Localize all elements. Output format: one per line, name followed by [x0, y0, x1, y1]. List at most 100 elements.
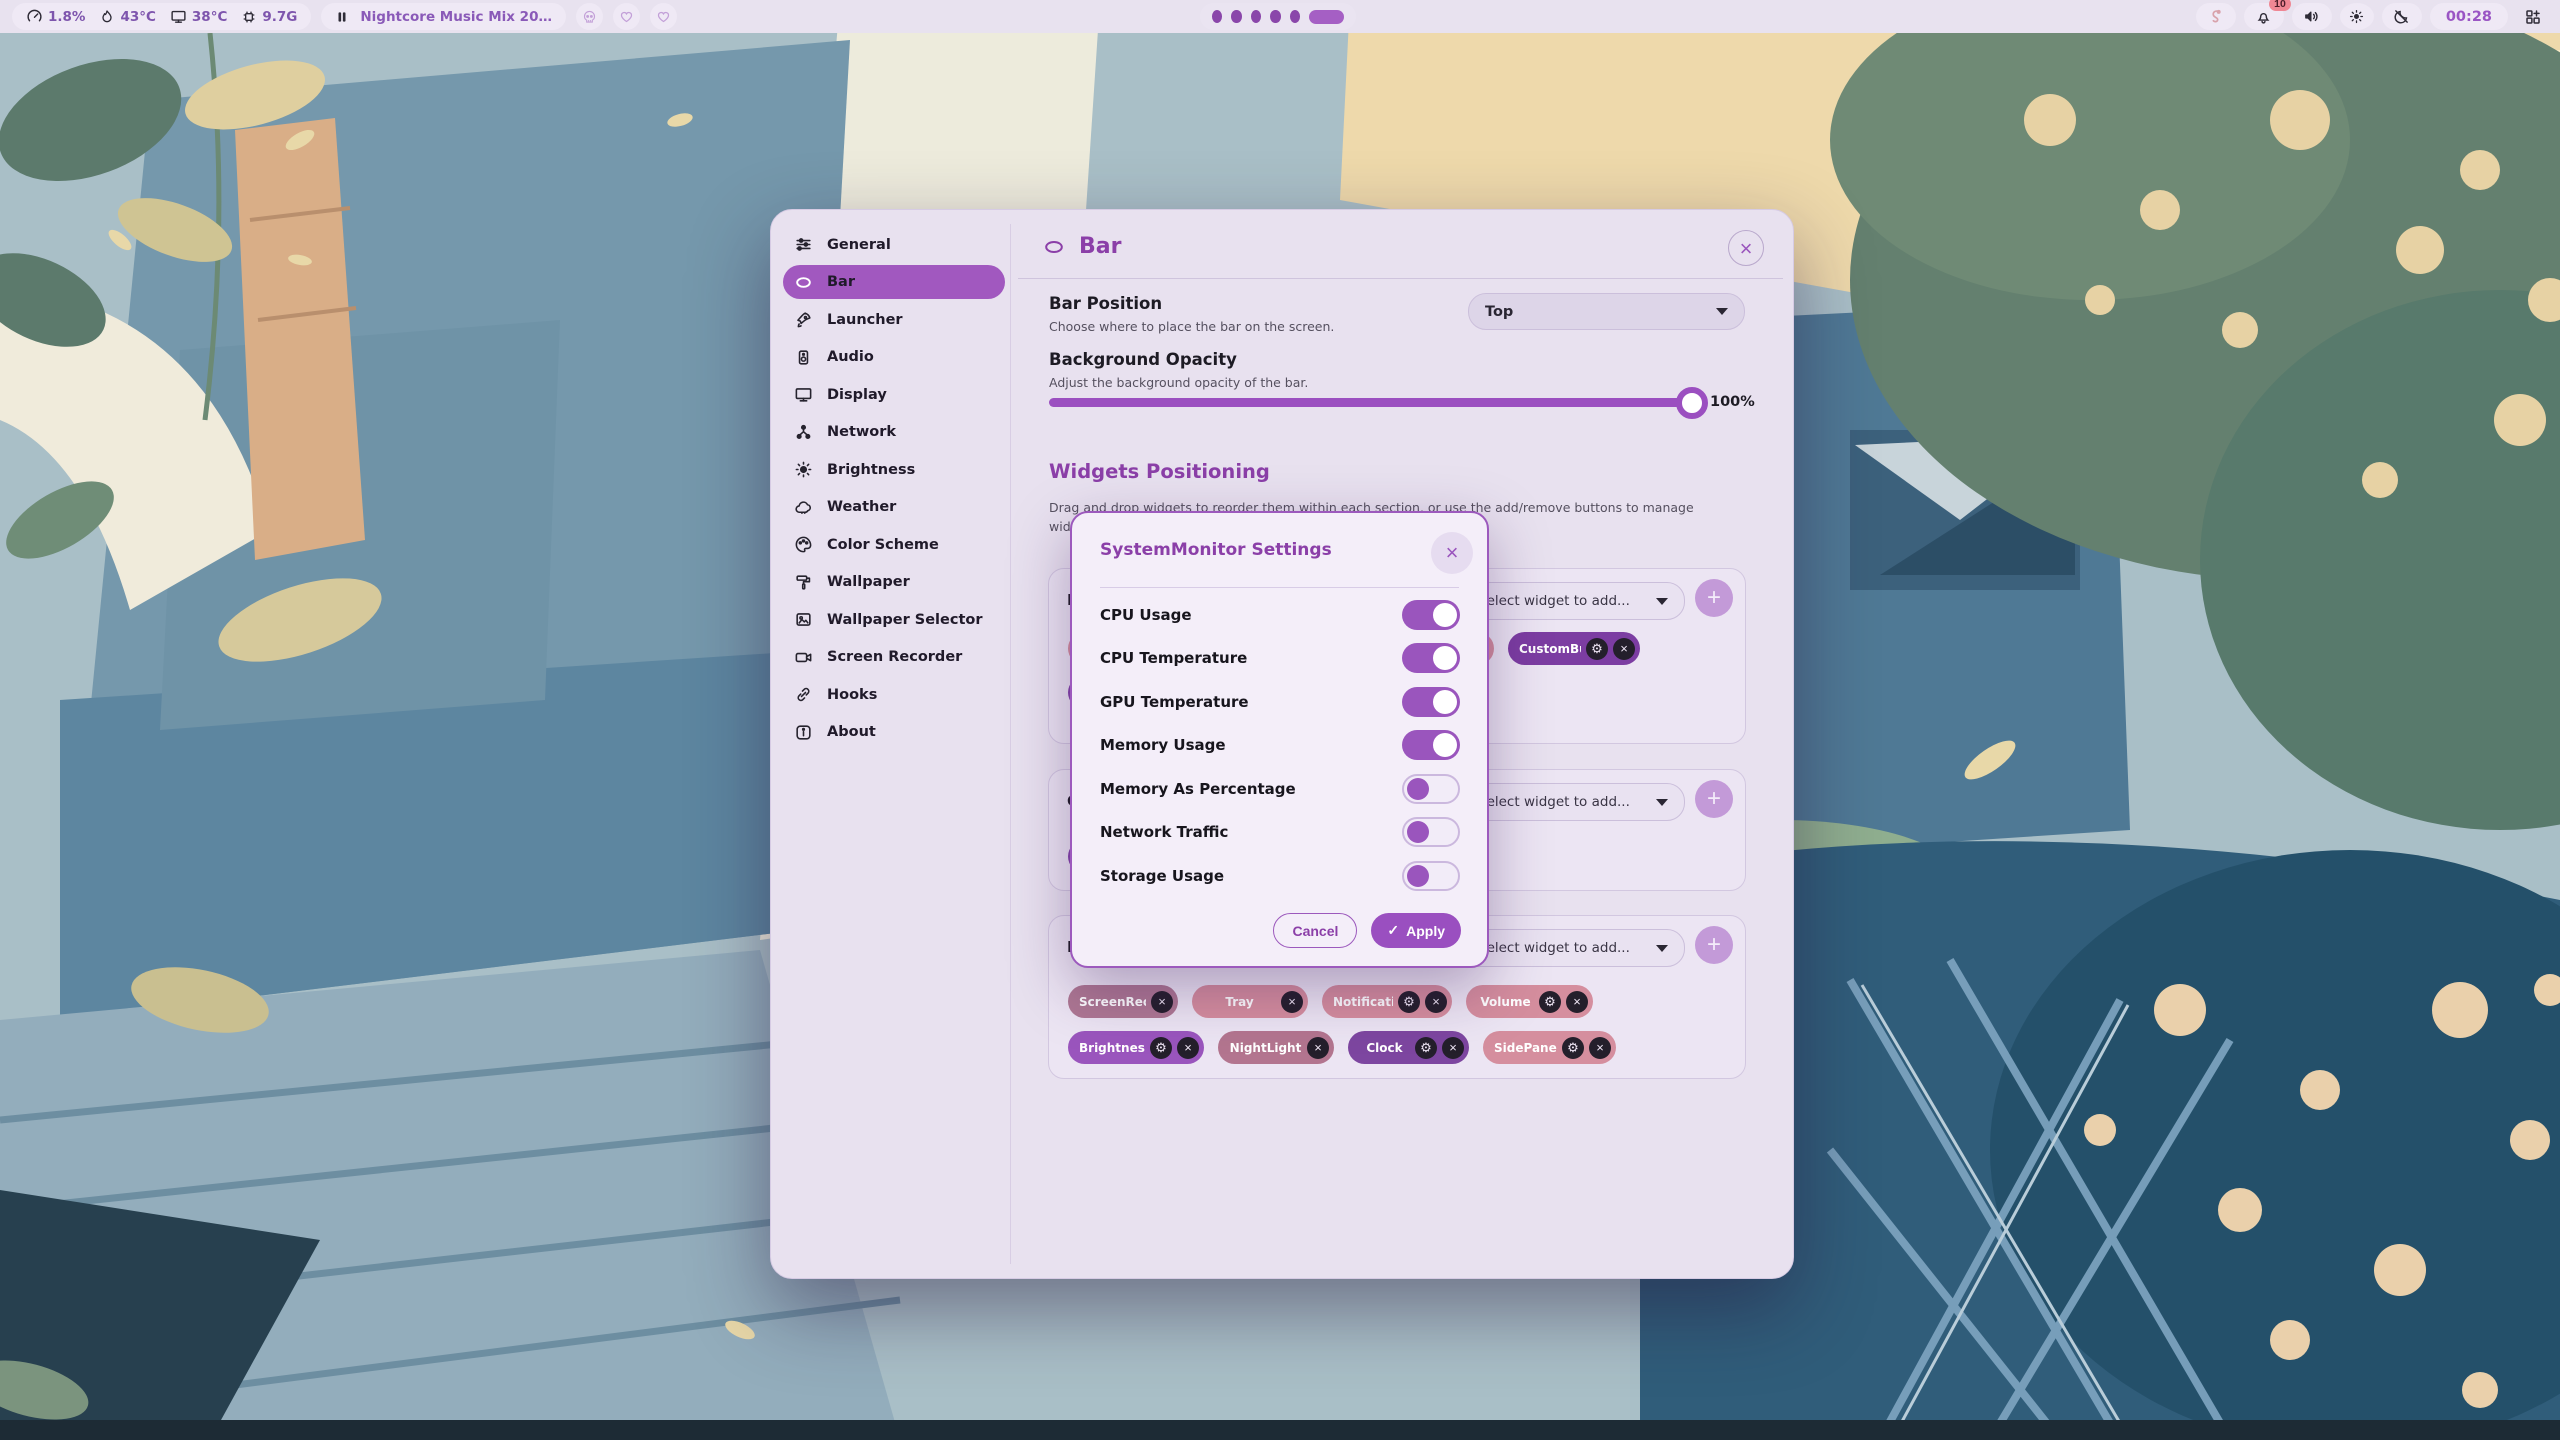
window-close-button[interactable]: × — [1728, 230, 1764, 266]
speaker-box-icon — [794, 348, 813, 367]
skull-button[interactable] — [576, 3, 603, 30]
left-add-widget-button[interactable]: + — [1695, 579, 1733, 617]
memory-usage-toggle[interactable] — [1402, 730, 1460, 760]
tray-app-icon[interactable] — [2196, 3, 2236, 30]
systemmonitor-settings-modal: SystemMonitor Settings × CPU Usage CPU T… — [1070, 511, 1489, 968]
sidebar-item-general[interactable]: General — [783, 228, 1005, 262]
right-add-widget-dropdown[interactable]: Select widget to add... — [1461, 929, 1685, 967]
modal-close-button[interactable]: × — [1431, 532, 1473, 574]
widget-chip-tray[interactable]: Tray × — [1192, 985, 1308, 1018]
toggle-knob — [1433, 646, 1457, 670]
paint-roller-icon — [794, 573, 813, 592]
sidebar-item-audio[interactable]: Audio — [783, 340, 1005, 374]
gear-icon[interactable]: ⚙ — [1539, 991, 1561, 1013]
remove-icon[interactable]: × — [1589, 1037, 1611, 1059]
widget-chip-brightness[interactable]: Brightness ⚙ × — [1068, 1031, 1204, 1064]
modal-title: SystemMonitor Settings — [1100, 540, 1332, 560]
sidebar-item-display[interactable]: Display — [783, 378, 1005, 412]
widget-chip-notification[interactable]: Notification… ⚙ × — [1322, 985, 1452, 1018]
widget-chip-volume[interactable]: Volume ⚙ × — [1466, 985, 1593, 1018]
rocket-icon — [794, 310, 813, 329]
volume-button[interactable] — [2292, 3, 2332, 30]
gpu-temp-stat: 38°C — [170, 8, 227, 25]
remove-icon[interactable]: × — [1425, 991, 1447, 1013]
workspace-dot[interactable] — [1290, 10, 1300, 23]
night-light-button[interactable] — [2382, 3, 2422, 30]
remove-icon[interactable]: × — [1281, 991, 1303, 1013]
bar-position-label: Bar Position — [1049, 294, 1334, 313]
sidebar-item-launcher[interactable]: Launcher — [783, 303, 1005, 337]
gear-icon[interactable]: ⚙ — [1150, 1037, 1172, 1059]
header-divider — [1018, 278, 1783, 279]
widget-chip-custombutton[interactable]: CustomButt… ⚙ × — [1508, 632, 1640, 665]
chip-icon — [241, 9, 257, 25]
modal-divider — [1100, 587, 1459, 588]
notifications-button[interactable]: 10 — [2244, 3, 2284, 30]
workspace-dot[interactable] — [1270, 10, 1280, 23]
chevron-down-icon — [1656, 945, 1668, 952]
chevron-down-icon — [1656, 799, 1668, 806]
remove-icon[interactable]: × — [1566, 991, 1588, 1013]
sidebar-item-network[interactable]: Network — [783, 415, 1005, 449]
sidebar-item-brightness[interactable]: Brightness — [783, 453, 1005, 487]
info-icon — [794, 723, 813, 742]
clock[interactable]: 00:28 — [2430, 3, 2508, 30]
dashboard-button[interactable] — [2516, 3, 2550, 30]
workspace-dot[interactable] — [1251, 10, 1261, 23]
remove-icon[interactable]: × — [1177, 1037, 1199, 1059]
sidebar-item-bar[interactable]: Bar — [783, 265, 1005, 299]
brightness-button[interactable] — [2340, 3, 2374, 30]
cpu-temperature-toggle[interactable] — [1402, 643, 1460, 673]
toggle-knob — [1407, 778, 1429, 800]
heart-button-2[interactable] — [650, 3, 677, 30]
sidebar-item-about[interactable]: About — [783, 715, 1005, 749]
cpu-usage-toggle[interactable] — [1402, 600, 1460, 630]
slider-handle[interactable] — [1676, 387, 1708, 419]
widget-chip-sidepanel[interactable]: SidePanelT… ⚙ × — [1483, 1031, 1616, 1064]
sidebar-item-wallpaper[interactable]: Wallpaper — [783, 565, 1005, 599]
chevron-down-icon — [1716, 308, 1728, 315]
gear-icon[interactable]: ⚙ — [1415, 1037, 1437, 1059]
heart-icon — [619, 8, 634, 25]
palette-icon — [794, 535, 813, 554]
sidebar-item-color-scheme[interactable]: Color Scheme — [783, 528, 1005, 562]
system-stats-pill[interactable]: 1.8% 43°C 38°C 9.7G — [12, 3, 311, 30]
remove-icon[interactable]: × — [1442, 1037, 1464, 1059]
left-add-widget-dropdown[interactable]: Select widget to add... — [1461, 582, 1685, 620]
storage-usage-toggle[interactable] — [1402, 861, 1460, 891]
right-add-widget-button[interactable]: + — [1695, 926, 1733, 964]
widget-chip-nightlight[interactable]: NightLight × — [1218, 1031, 1334, 1064]
toggle-row: Memory Usage — [1100, 724, 1460, 768]
toggle-knob — [1433, 603, 1457, 627]
remove-icon[interactable]: × — [1613, 638, 1635, 660]
workspace-dot-active[interactable] — [1309, 10, 1344, 24]
sidebar-item-wallpaper-selector[interactable]: Wallpaper Selector — [783, 603, 1005, 637]
center-add-widget-dropdown[interactable]: Select widget to add... — [1461, 783, 1685, 821]
bar-position-dropdown[interactable]: Top — [1468, 293, 1745, 330]
memory-as-percentage-toggle[interactable] — [1402, 774, 1460, 804]
bar-position-value: Top — [1485, 304, 1513, 320]
apply-button[interactable]: ✓ Apply — [1371, 913, 1461, 948]
sidebar-item-hooks[interactable]: Hooks — [783, 678, 1005, 712]
clock-time: 00:28 — [2446, 9, 2492, 25]
background-opacity-slider[interactable] — [1049, 398, 1694, 407]
gpu-temperature-toggle[interactable] — [1402, 687, 1460, 717]
media-player-pill[interactable]: Nightcore Music Mix 20… — [321, 3, 566, 30]
gear-icon[interactable]: ⚙ — [1586, 638, 1608, 660]
widget-chip-screenrecorder[interactable]: ScreenReco… × — [1068, 985, 1178, 1018]
widget-chip-clock[interactable]: Clock ⚙ × — [1348, 1031, 1469, 1064]
center-add-widget-button[interactable]: + — [1695, 780, 1733, 818]
workspace-dot[interactable] — [1231, 10, 1241, 23]
remove-icon[interactable]: × — [1307, 1037, 1329, 1059]
sidebar-item-screen-recorder[interactable]: Screen Recorder — [783, 640, 1005, 674]
grid-plus-icon — [2524, 8, 2542, 26]
heart-button-1[interactable] — [613, 3, 640, 30]
gear-icon[interactable]: ⚙ — [1562, 1037, 1584, 1059]
sidebar-item-weather[interactable]: Weather — [783, 490, 1005, 524]
remove-icon[interactable]: × — [1151, 991, 1173, 1013]
workspace-indicator[interactable] — [1200, 3, 1356, 30]
cancel-button[interactable]: Cancel — [1273, 913, 1357, 948]
network-traffic-toggle[interactable] — [1402, 817, 1460, 847]
workspace-dot[interactable] — [1212, 10, 1222, 23]
gear-icon[interactable]: ⚙ — [1398, 991, 1420, 1013]
